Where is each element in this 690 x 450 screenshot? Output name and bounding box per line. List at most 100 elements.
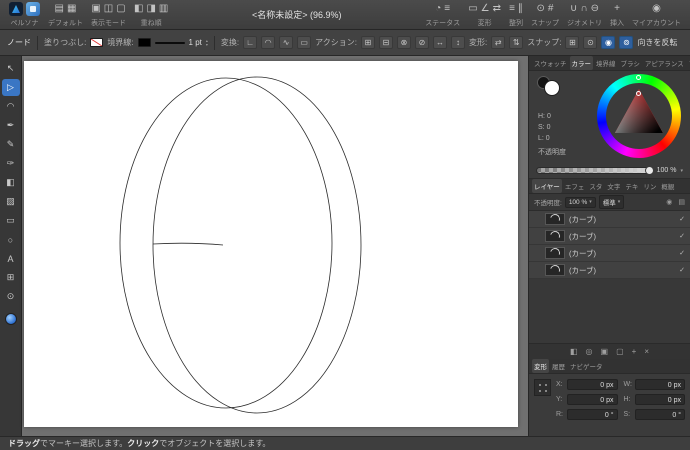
rectangle-tool[interactable]: ▭: [2, 212, 20, 229]
status-icon-1[interactable]: ◔: [435, 4, 441, 14]
tab-layers[interactable]: レイヤー: [532, 179, 562, 193]
stroke-swatch[interactable]: [137, 38, 151, 47]
layer-visibility-checkbox[interactable]: ✓: [679, 266, 685, 274]
add-layer-icon[interactable]: +: [632, 347, 637, 356]
layers-opacity-select[interactable]: 100 % ▾: [564, 196, 596, 208]
convert-smooth-icon[interactable]: ◠: [261, 36, 276, 49]
ellipse-tool[interactable]: ○: [2, 231, 20, 248]
transform-icon-1[interactable]: ▭: [468, 4, 477, 14]
tab-swatches[interactable]: スウォッチ: [532, 56, 569, 70]
fill-color-indicator[interactable]: [544, 80, 560, 96]
action-flip-horizontal-icon[interactable]: ↔: [432, 36, 447, 49]
canvas-viewport[interactable]: [22, 56, 528, 436]
my-account-icon[interactable]: ◉: [652, 4, 661, 14]
tab-navigator[interactable]: ナビゲータ: [568, 359, 605, 373]
layer-row[interactable]: (カーブ) ✓: [529, 245, 690, 262]
snap-to-geometry-icon[interactable]: ⊙: [583, 36, 598, 49]
color-wheel[interactable]: [597, 74, 681, 158]
insert-icon[interactable]: +: [614, 4, 620, 14]
view-mode-icon-3[interactable]: ▢: [116, 4, 125, 14]
view-mode-icon-2[interactable]: ◫: [104, 4, 113, 14]
stroke-width-stepper[interactable]: ▴ ▾: [206, 38, 208, 47]
convert-line-icon[interactable]: ▭: [297, 36, 312, 49]
tab-history[interactable]: 履歴: [550, 359, 567, 373]
tab-stroke[interactable]: 境界線: [594, 56, 618, 70]
curve-artwork[interactable]: [24, 61, 518, 427]
transform-icon-3[interactable]: ⇄: [493, 4, 501, 14]
layers-empty-area[interactable]: [529, 279, 690, 343]
action-join-curves-icon[interactable]: ⊗: [396, 36, 411, 49]
tab-text-styles[interactable]: テキ: [623, 179, 640, 193]
geometry-icon-1[interactable]: ∪: [570, 4, 577, 14]
anchor-point-selector[interactable]: [534, 379, 551, 396]
layer-row[interactable]: (カーブ) ✓: [529, 228, 690, 245]
hue-value[interactable]: 0: [547, 111, 551, 122]
view-mode-icon-1[interactable]: ▣: [91, 4, 100, 14]
tab-transform[interactable]: 変形: [532, 359, 549, 373]
pen-tool[interactable]: ✒: [2, 117, 20, 134]
fill-swatch[interactable]: [90, 38, 104, 47]
transform-mode-icon-1[interactable]: ⇄: [491, 36, 506, 49]
w-input[interactable]: 0 px: [634, 379, 685, 390]
node-tool[interactable]: ▷: [1, 79, 20, 96]
rotation-input[interactable]: 0 °: [567, 409, 618, 420]
saturation-value[interactable]: 0: [547, 122, 551, 133]
order-icon-3[interactable]: ▥: [159, 4, 168, 14]
snap-icon-2[interactable]: #: [548, 4, 554, 14]
layer-settings-icon[interactable]: ▤: [678, 198, 685, 206]
transform-mode-icon-2[interactable]: ⇅: [509, 36, 524, 49]
layer-row[interactable]: (カーブ) ✓: [529, 262, 690, 279]
action-flip-vertical-icon[interactable]: ↕: [450, 36, 465, 49]
reverse-direction-button[interactable]: 向きを反転: [637, 37, 677, 48]
h-input[interactable]: 0 px: [634, 394, 685, 405]
order-icon-1[interactable]: ◧: [134, 4, 143, 14]
snap-selected-layers-icon[interactable]: ⊚: [619, 36, 634, 49]
convert-sharp-icon[interactable]: ∟: [243, 36, 258, 49]
tab-links[interactable]: リン: [641, 179, 658, 193]
pixel-persona-icon[interactable]: [26, 2, 40, 16]
hue-selector-dot[interactable]: [636, 75, 641, 80]
geometry-icon-2[interactable]: ∩: [580, 4, 587, 14]
tab-overview[interactable]: 概観: [659, 179, 676, 193]
default-icon-2[interactable]: ▦: [67, 4, 76, 14]
snap-icon-1[interactable]: ⊙: [537, 4, 545, 14]
action-close-curve-icon[interactable]: ⊞: [360, 36, 375, 49]
layer-effects-icon[interactable]: ◧: [570, 347, 578, 356]
lightness-value[interactable]: 0: [546, 133, 550, 144]
layer-group-icon[interactable]: ▢: [616, 347, 624, 356]
opacity-dropdown-icon[interactable]: ▾: [680, 168, 683, 174]
tab-styles[interactable]: スタ: [587, 179, 604, 193]
vector-brush-tool[interactable]: ✑: [2, 155, 20, 172]
transform-icon-2[interactable]: ∠: [481, 4, 490, 14]
geometry-icon-3[interactable]: ⊖: [591, 4, 599, 14]
tab-brushes[interactable]: ブラシ: [619, 56, 642, 70]
layer-visibility-checkbox[interactable]: ✓: [679, 249, 685, 257]
designer-persona-icon[interactable]: [9, 2, 23, 16]
action-break-curve-icon[interactable]: ⊘: [414, 36, 429, 49]
convert-smart-icon[interactable]: ∿: [279, 36, 294, 49]
blend-mode-select[interactable]: 標準 ▾: [598, 195, 625, 209]
delete-layer-icon[interactable]: ×: [644, 347, 649, 356]
tab-color[interactable]: カラー: [569, 56, 593, 70]
layer-row[interactable]: (カーブ) ✓: [529, 211, 690, 228]
foreground-color-well[interactable]: [4, 313, 17, 325]
tab-appearance[interactable]: アピアランス: [643, 56, 686, 70]
opacity-slider-knob[interactable]: [644, 166, 654, 175]
status-icon-2[interactable]: ≡: [444, 4, 450, 14]
action-open-curve-icon[interactable]: ⊟: [378, 36, 393, 49]
layer-lock-icon[interactable]: ◉: [666, 198, 672, 206]
default-icon-1[interactable]: ▤: [55, 4, 64, 14]
fill-tool[interactable]: ◧: [2, 174, 20, 191]
x-input[interactable]: 0 px: [567, 379, 618, 390]
align-icon-1[interactable]: ≡: [509, 4, 515, 14]
align-icon-2[interactable]: ∥: [518, 4, 523, 14]
vector-crop-tool[interactable]: ⊞: [2, 269, 20, 286]
stroke-width-value[interactable]: 1 pt: [189, 38, 202, 47]
stroke-style-preview[interactable]: [154, 41, 185, 44]
snap-all-layers-icon[interactable]: ◉: [601, 36, 616, 49]
move-tool[interactable]: ↖: [2, 60, 20, 77]
opacity-value[interactable]: 100 %: [657, 167, 677, 174]
opacity-slider[interactable]: [536, 166, 654, 175]
transparency-tool[interactable]: ▨: [2, 193, 20, 210]
order-icon-2[interactable]: ◨: [146, 4, 155, 14]
